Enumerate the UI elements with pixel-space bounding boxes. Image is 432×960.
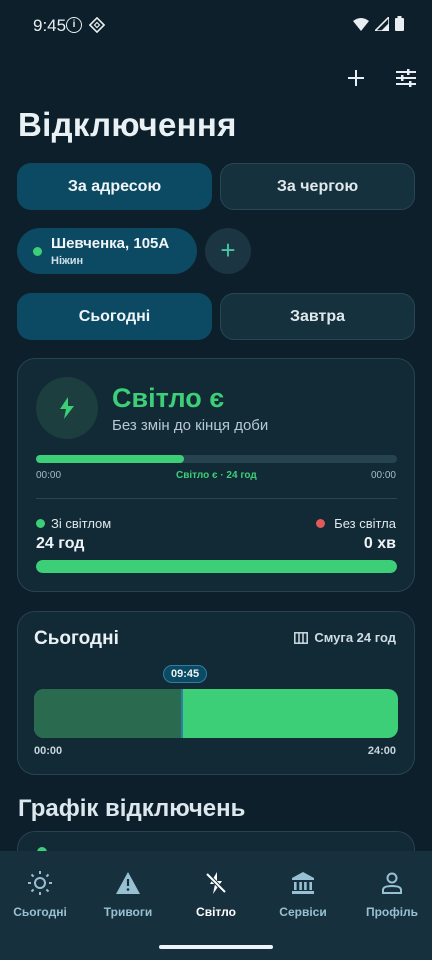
today-timeline-card: Сьогодні Смуга 24 год 09:45 00:00 24:00 xyxy=(17,611,415,775)
timeline-elapsed xyxy=(34,689,182,738)
info-icon: i xyxy=(66,17,82,33)
progress-center-label: Світло є · 24 год xyxy=(176,470,257,481)
nav-power-label: Світло xyxy=(196,905,236,919)
without-power-label: Без світла xyxy=(334,516,396,531)
view-column-icon xyxy=(294,631,309,644)
status-subtitle: Без змін до кінця доби xyxy=(112,417,269,434)
power-status-card: Світло є Без змін до кінця доби 00:00 Св… xyxy=(17,358,415,592)
tab-today[interactable]: Сьогодні xyxy=(17,293,212,340)
with-power-dot xyxy=(36,519,45,528)
bolt-off-icon xyxy=(205,872,227,894)
nav-services[interactable]: Сервіси xyxy=(260,869,346,919)
address-status-dot xyxy=(33,247,42,256)
schedule-section-title: Графік відключень xyxy=(18,795,246,822)
nav-today-label: Сьогодні xyxy=(13,905,67,919)
address-chip[interactable]: Шевченка, 105А Ніжин xyxy=(17,228,197,274)
warning-icon xyxy=(116,872,140,894)
wifi-icon xyxy=(353,17,369,31)
strip-label: Смуга 24 год xyxy=(314,630,396,645)
add-button[interactable] xyxy=(342,64,370,92)
person-icon xyxy=(382,872,402,894)
bottom-navigation: Сьогодні Тривоги Світло Сервіси Профіль xyxy=(0,851,432,960)
battery-icon xyxy=(395,16,404,31)
power-share-fill xyxy=(36,560,397,573)
add-address-button[interactable]: + xyxy=(205,228,251,274)
status-bar: 9:45 i xyxy=(0,0,432,52)
bolt-icon xyxy=(60,397,74,419)
with-power-value: 24 год xyxy=(36,535,85,552)
current-time-badge: 09:45 xyxy=(163,665,208,683)
tab-by-address[interactable]: За адресою xyxy=(17,163,212,210)
tune-icon xyxy=(396,69,416,87)
timeline-now-marker xyxy=(180,689,183,738)
nav-alerts-label: Тривоги xyxy=(103,905,153,919)
nav-services-label: Сервіси xyxy=(279,905,327,919)
status-title: Світло є xyxy=(112,383,225,413)
nav-profile-label: Профіль xyxy=(365,905,419,919)
page-title: Відключення xyxy=(18,106,237,143)
nav-today[interactable]: Сьогодні xyxy=(0,869,83,919)
strip-toggle[interactable]: Смуга 24 год xyxy=(294,630,396,645)
progress-end-label: 00:00 xyxy=(370,470,396,481)
home-indicator[interactable] xyxy=(159,945,273,949)
diamond-icon xyxy=(89,17,105,33)
power-share-bar xyxy=(36,560,397,573)
sun-icon xyxy=(28,871,52,895)
with-power-label: Зі світлом xyxy=(51,516,112,531)
bank-icon xyxy=(292,872,314,894)
status-time: 9:45 xyxy=(33,16,67,35)
day-timeline[interactable] xyxy=(34,689,398,738)
signal-icon xyxy=(375,16,389,31)
progress-start-label: 00:00 xyxy=(36,470,62,481)
status-indicators xyxy=(353,16,404,31)
day-progress-bar xyxy=(36,455,397,463)
today-title: Сьогодні xyxy=(34,628,119,649)
address-city: Ніжин xyxy=(51,255,84,267)
timeline-end-label: 24:00 xyxy=(367,745,396,757)
address-street: Шевченка, 105А xyxy=(51,235,170,252)
without-power-value: 0 хв xyxy=(363,535,396,552)
bolt-badge xyxy=(36,377,98,439)
filter-settings-button[interactable] xyxy=(392,64,420,92)
nav-profile[interactable]: Профіль xyxy=(349,869,432,919)
tab-by-queue[interactable]: За чергою xyxy=(220,163,415,210)
timeline-start-label: 00:00 xyxy=(34,745,63,757)
without-power-dot xyxy=(316,519,325,528)
plus-icon xyxy=(348,70,364,86)
divider xyxy=(36,498,397,499)
day-progress-fill xyxy=(36,455,184,463)
nav-alerts[interactable]: Тривоги xyxy=(85,869,171,919)
nav-power[interactable]: Світло xyxy=(173,869,259,919)
tab-tomorrow[interactable]: Завтра xyxy=(220,293,415,340)
